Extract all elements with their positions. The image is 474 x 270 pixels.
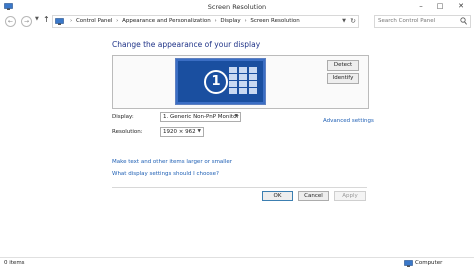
breadcrumb-control-panel[interactable]: Control Panel — [76, 18, 112, 24]
resolution-select[interactable]: 1920 × 962 ▼ — [160, 127, 204, 137]
status-bar: 0 items Computer — [0, 257, 474, 270]
resolution-label: Resolution: — [112, 129, 143, 135]
window-title: Screen Resolution — [207, 3, 267, 11]
minimize-button[interactable]: – — [412, 0, 430, 12]
monitor-number: 1 — [204, 70, 228, 94]
chevron-down-icon: ▼ — [234, 114, 238, 119]
breadcrumb-separator[interactable]: › — [212, 18, 218, 24]
which-settings-link[interactable]: What display settings should I choose? — [112, 171, 219, 177]
apply-button[interactable]: Apply — [334, 191, 366, 201]
control-panel-icon — [55, 18, 64, 25]
maximize-button[interactable]: □ — [431, 0, 449, 12]
navigation-bar: ← → ▼ ↑ › Control Panel › Appearance and… — [0, 13, 474, 29]
search-box[interactable]: Search Control Panel — [374, 15, 471, 28]
display-select[interactable]: 1. Generic Non-PnP Monitor ▼ — [160, 112, 241, 122]
cancel-button[interactable]: Cancel — [298, 191, 329, 201]
breadcrumb-separator[interactable]: › — [114, 18, 120, 24]
display-select-value: 1. Generic Non-PnP Monitor — [163, 114, 239, 120]
search-icon[interactable] — [460, 17, 467, 25]
item-count: 0 items — [4, 260, 25, 266]
search-placeholder: Search Control Panel — [378, 18, 436, 24]
detect-button[interactable]: Detect — [327, 60, 359, 71]
refresh-icon[interactable]: ↻ — [350, 17, 356, 25]
back-arrow-icon[interactable]: ← — [5, 16, 16, 27]
breadcrumb-appearance[interactable]: Appearance and Personalization — [122, 18, 211, 24]
chevron-down-icon: ▼ — [197, 129, 201, 134]
location-label: Computer — [415, 260, 443, 266]
identify-button[interactable]: Identify — [327, 73, 359, 84]
monitor-1-preview[interactable]: 1 — [175, 58, 266, 105]
breadcrumb: › Control Panel › Appearance and Persona… — [68, 18, 300, 24]
text-size-link[interactable]: Make text and other items larger or smal… — [112, 159, 232, 165]
up-arrow-icon[interactable]: ↑ — [43, 15, 50, 24]
monitor-windows-grid-icon — [229, 67, 257, 94]
breadcrumb-display[interactable]: Display — [220, 18, 240, 24]
divider — [112, 187, 367, 188]
close-button[interactable]: ✕ — [450, 0, 472, 12]
breadcrumb-separator[interactable]: › — [242, 18, 248, 24]
breadcrumb-screen-resolution[interactable]: Screen Resolution — [250, 18, 299, 24]
forward-arrow-icon[interactable]: → — [21, 16, 32, 27]
recent-locations-chevron-icon[interactable]: ▼ — [35, 16, 39, 22]
ok-button[interactable]: OK — [262, 191, 293, 201]
title-bar: Screen Resolution – □ ✕ — [0, 0, 474, 13]
computer-icon — [404, 260, 413, 267]
page-heading: Change the appearance of your display — [112, 40, 261, 49]
display-label: Display: — [112, 114, 134, 120]
address-dropdown-icon[interactable]: ▼ — [342, 18, 346, 24]
advanced-settings-link[interactable]: Advanced settings — [323, 118, 374, 124]
breadcrumb-separator: › — [70, 18, 73, 24]
address-bar[interactable]: › Control Panel › Appearance and Persona… — [52, 15, 359, 28]
resolution-select-value: 1920 × 962 — [163, 129, 196, 135]
display-preview-area: 1 Detect Identify — [112, 55, 369, 109]
